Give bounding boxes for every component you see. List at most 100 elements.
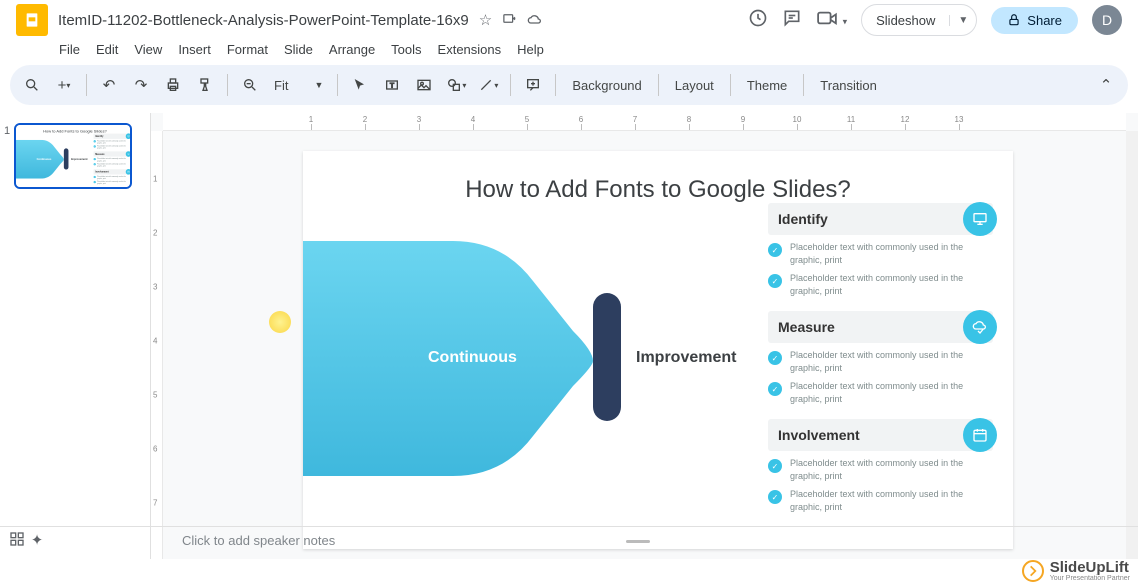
slide-title[interactable]: How to Add Fonts to Google Slides? <box>303 151 1013 204</box>
explore-icon[interactable]: ✦ <box>31 531 44 551</box>
bullet-item[interactable]: ✓Placeholder text with commonly used in … <box>768 266 993 297</box>
bullet-item[interactable]: ✓Placeholder text with commonly used in … <box>768 235 993 266</box>
bullet-item[interactable]: ✓Placeholder text with commonly used in … <box>94 157 131 162</box>
section-title: Involvement <box>95 171 108 174</box>
menu-slide[interactable]: Slide <box>277 40 320 59</box>
menu-edit[interactable]: Edit <box>89 40 125 59</box>
section-identify[interactable]: Identify✓Placeholder text with commonly … <box>768 203 993 297</box>
zoom-select[interactable]: Fit ▼ <box>268 78 329 93</box>
textbox-icon[interactable]: T <box>378 71 406 99</box>
bullet-text: Placeholder text with commonly used in t… <box>790 349 993 374</box>
grid-view-icon[interactable] <box>9 531 25 551</box>
section-measure[interactable]: Measure✓Placeholder text with commonly u… <box>94 151 131 167</box>
bullet-text: Placeholder text with commonly used in t… <box>97 175 130 179</box>
bullet-item[interactable]: ✓Placeholder text with commonly used in … <box>94 180 131 185</box>
flow-label-continuous[interactable]: Continuous <box>37 158 52 161</box>
flow-label-continuous[interactable]: Continuous <box>428 349 517 367</box>
check-icon: ✓ <box>94 145 96 147</box>
ruler-horizontal[interactable]: 12345678910111213 <box>163 113 1126 131</box>
bullet-text: Placeholder text with commonly used in t… <box>97 140 130 144</box>
section-involvement[interactable]: Involvement ✓Placeholder text with common… <box>768 419 993 513</box>
section-title: Involvement <box>778 427 860 443</box>
menu-view[interactable]: View <box>127 40 169 59</box>
bullet-text: Placeholder text with commonly used in t… <box>790 380 993 405</box>
section-title: Identify <box>95 135 103 138</box>
meet-icon[interactable]: ▾ <box>816 10 847 31</box>
avatar[interactable]: D <box>1092 5 1122 35</box>
history-icon[interactable] <box>748 8 768 33</box>
section-identify[interactable]: Identify✓Placeholder text with commonly … <box>94 134 131 150</box>
slide-canvas[interactable]: How to Add Fonts to Google Slides? Conti… <box>303 151 1013 549</box>
slide-title[interactable]: How to Add Fonts to Google Slides? <box>16 125 132 134</box>
bullet-item[interactable]: ✓Placeholder text with commonly used in … <box>768 343 993 374</box>
slide-thumbnail[interactable]: How to Add Fonts to Google Slides? Conti… <box>14 123 132 189</box>
check-icon: ✓ <box>768 274 782 288</box>
theme-button[interactable]: Theme <box>739 78 795 93</box>
new-slide-icon[interactable]: +▾ <box>50 71 78 99</box>
section-measure[interactable]: Measure✓Placeholder text with commonly u… <box>768 311 993 405</box>
menu-help[interactable]: Help <box>510 40 551 59</box>
layout-button[interactable]: Layout <box>667 78 722 93</box>
cloud-icon[interactable] <box>527 12 543 29</box>
check-icon: ✓ <box>94 158 96 160</box>
ruler-vertical[interactable]: 1234567 <box>151 131 163 559</box>
bottleneck-valve[interactable] <box>64 148 69 169</box>
transition-button[interactable]: Transition <box>812 78 885 93</box>
section-header[interactable]: Identify <box>768 203 993 235</box>
background-button[interactable]: Background <box>564 78 649 93</box>
share-button[interactable]: Share <box>991 7 1078 34</box>
section-header[interactable]: Measure <box>768 311 993 343</box>
menu-extensions[interactable]: Extensions <box>431 40 509 59</box>
watermark-logo <box>1022 560 1044 582</box>
print-icon[interactable] <box>159 71 187 99</box>
bottleneck-valve[interactable] <box>593 293 621 421</box>
bullet-item[interactable]: ✓Placeholder text with commonly used in … <box>768 451 993 482</box>
menu-tools[interactable]: Tools <box>384 40 428 59</box>
scrollbar-vertical[interactable] <box>1126 131 1138 559</box>
cloud-check-icon <box>126 151 132 157</box>
bullet-item[interactable]: ✓Placeholder text with commonly used in … <box>94 139 131 144</box>
shape-icon[interactable]: ▾ <box>442 71 470 99</box>
speaker-notes-input[interactable]: Click to add speaker notes <box>182 533 335 548</box>
menu-format[interactable]: Format <box>220 40 275 59</box>
comments-icon[interactable] <box>782 8 802 33</box>
slideshow-dropdown[interactable]: ▼ <box>949 15 976 26</box>
menu-file[interactable]: File <box>52 40 87 59</box>
menu-insert[interactable]: Insert <box>171 40 218 59</box>
slides-logo[interactable] <box>16 4 48 36</box>
section-header[interactable]: Involvement <box>768 419 993 451</box>
check-icon: ✓ <box>768 243 782 257</box>
select-tool-icon[interactable] <box>346 71 374 99</box>
bullet-item[interactable]: ✓Placeholder text with commonly used in … <box>768 374 993 405</box>
zoom-out-icon[interactable] <box>236 71 264 99</box>
move-icon[interactable] <box>502 11 517 30</box>
bullet-item[interactable]: ✓Placeholder text with commonly used in … <box>94 175 131 180</box>
toolbar: +▾ ↶ ↷ Fit ▼ T ▾ ▾ Background Layout The… <box>10 65 1128 105</box>
slideshow-button[interactable]: Slideshow ▼ <box>861 4 977 36</box>
separator <box>227 74 228 96</box>
menu-arrange[interactable]: Arrange <box>322 40 382 59</box>
watermark: SlideUpLift Your Presentation Partner <box>1022 554 1130 588</box>
redo-icon[interactable]: ↷ <box>127 71 155 99</box>
doc-title[interactable]: ItemID-11202-Bottleneck-Analysis-PowerPo… <box>58 12 469 29</box>
line-icon[interactable]: ▾ <box>474 71 502 99</box>
bullet-text: Placeholder text with commonly used in t… <box>790 457 993 482</box>
comment-add-icon[interactable] <box>519 71 547 99</box>
section-involvement[interactable]: Involvement✓Placeholder text with common… <box>94 169 131 185</box>
paint-format-icon[interactable] <box>191 71 219 99</box>
search-icon[interactable] <box>18 71 46 99</box>
flow-label-improvement[interactable]: Improvement <box>636 349 736 367</box>
filmstrip[interactable]: 1 How to Add Fonts to Google Slides? Con… <box>0 113 150 559</box>
bullet-item[interactable]: ✓Placeholder text with commonly used in … <box>768 482 993 513</box>
image-icon[interactable] <box>410 71 438 99</box>
flow-label-improvement[interactable]: Improvement <box>71 158 88 161</box>
star-icon[interactable]: ☆ <box>479 11 492 29</box>
collapse-toolbar-icon[interactable]: ⌃ <box>1092 71 1120 99</box>
bullet-item[interactable]: ✓Placeholder text with commonly used in … <box>94 162 131 167</box>
bullet-item[interactable]: ✓Placeholder text with commonly used in … <box>94 144 131 149</box>
check-icon: ✓ <box>94 176 96 178</box>
cloud-check-icon <box>963 310 997 344</box>
monitor-icon <box>963 202 997 236</box>
undo-icon[interactable]: ↶ <box>95 71 123 99</box>
separator <box>658 74 659 96</box>
